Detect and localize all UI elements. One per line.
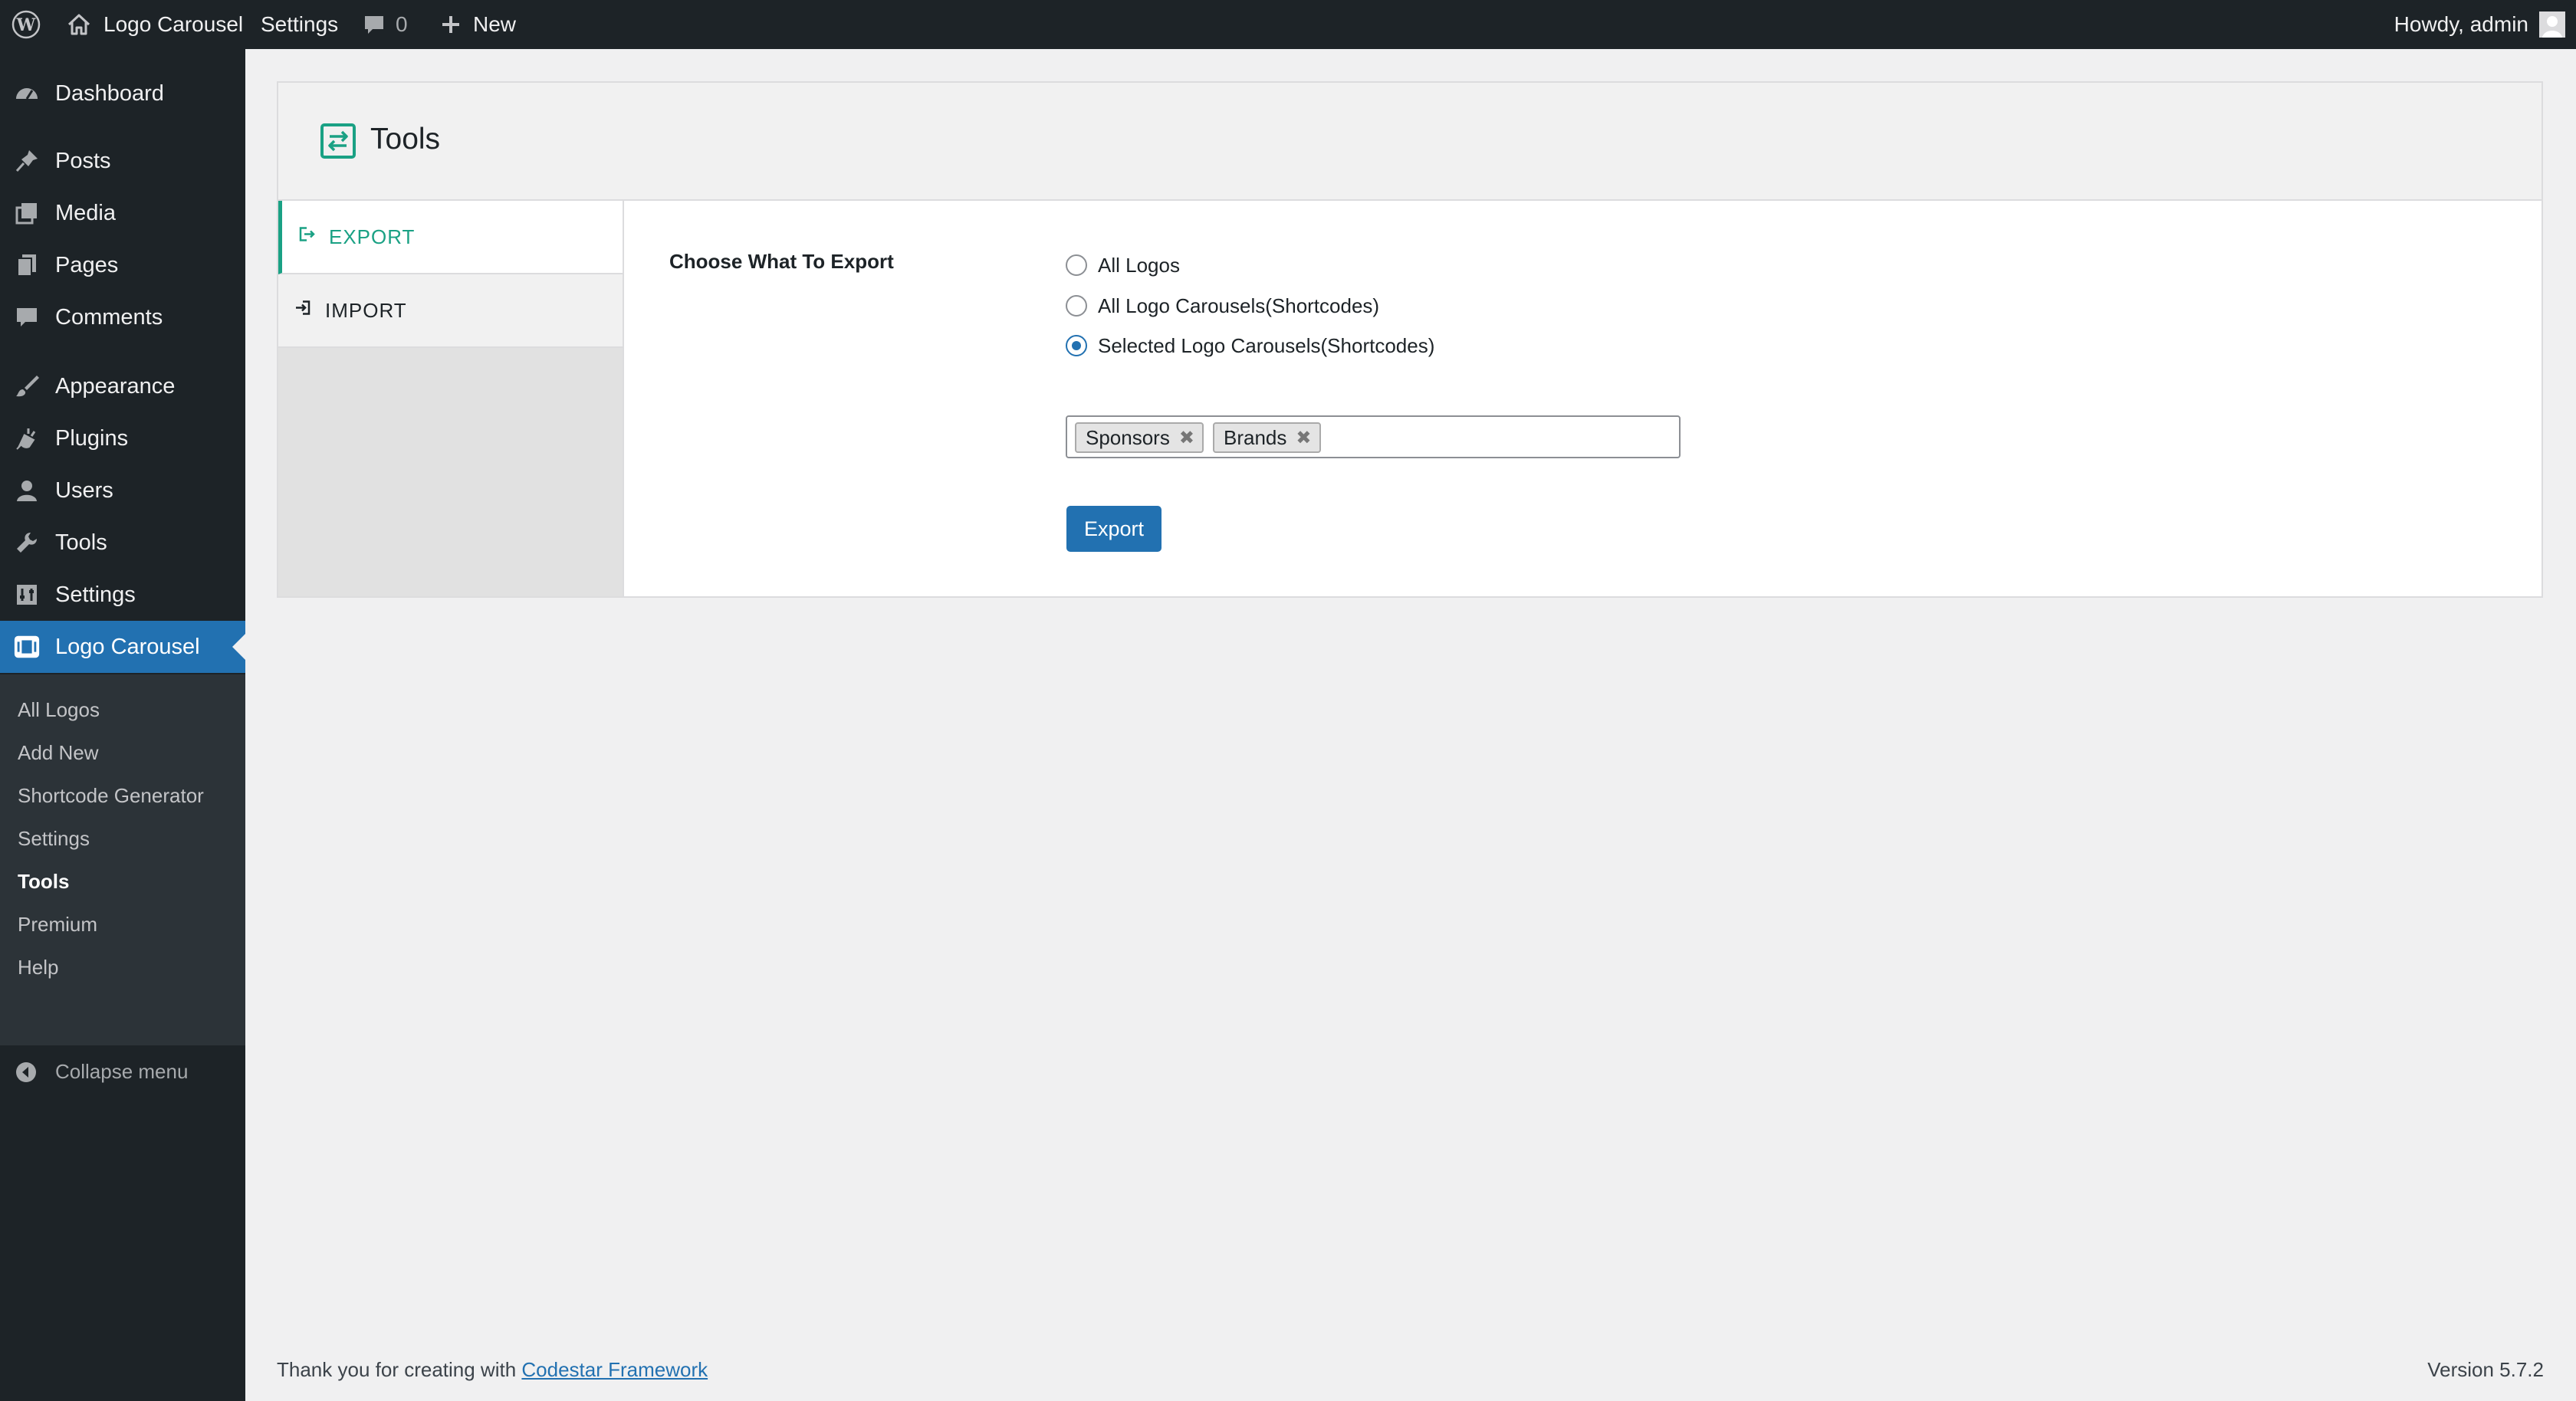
sidebar-item-label: Dashboard	[55, 80, 164, 106]
page-title: Tools	[370, 123, 441, 156]
footer-version: Version 5.7.2	[2427, 1358, 2544, 1381]
submenu-shortcode-generator[interactable]: Shortcode Generator	[18, 774, 204, 817]
sidebar-item-pages[interactable]: Pages	[0, 239, 245, 291]
panel-header: Tools	[278, 83, 2542, 201]
export-icon	[297, 225, 316, 249]
sidebar-item-label: Pages	[55, 252, 119, 277]
sidebar-item-users[interactable]: Users	[0, 464, 245, 517]
submenu-add-new[interactable]: Add New	[18, 731, 99, 774]
sidebar-item-label: Settings	[55, 582, 136, 607]
radio-all-logos[interactable]: All Logos	[1066, 250, 1180, 281]
comments-count: 0	[396, 12, 408, 36]
new-label: New	[473, 12, 517, 36]
submenu-help[interactable]: Help	[18, 946, 58, 989]
site-name-link[interactable]: Logo Carousel	[104, 0, 243, 49]
submenu-tools[interactable]: Tools	[18, 860, 69, 903]
token-label: Brands	[1224, 425, 1287, 449]
carousel-multiselect[interactable]: Sponsors ✖ Brands ✖	[1066, 415, 1681, 458]
sidebar-item-tools[interactable]: Tools	[0, 517, 245, 569]
dashboard-icon	[13, 80, 41, 107]
greeting: Howdy, admin	[2394, 12, 2528, 36]
comments-link[interactable]: 0	[362, 0, 408, 49]
sidebar-item-plugins[interactable]: Plugins	[0, 412, 245, 464]
wordpress-logo-icon[interactable]: W	[11, 0, 41, 49]
sidebar-item-label: Posts	[55, 148, 111, 173]
radio-selected-logo-carousels[interactable]: Selected Logo Carousels(Shortcodes)	[1066, 330, 1434, 361]
sidebar-item-appearance[interactable]: Appearance	[0, 360, 245, 412]
plus-icon	[442, 16, 459, 33]
sidebar-item-logo-carousel[interactable]: Logo Carousel	[0, 621, 245, 673]
media-icon	[13, 199, 41, 227]
collapse-icon	[15, 1061, 38, 1089]
field-title: Choose What To Export	[669, 250, 894, 273]
wrench-icon	[13, 529, 41, 556]
collapse-label: Collapse menu	[55, 1059, 189, 1083]
brush-icon	[13, 372, 41, 400]
settings-link[interactable]: Settings	[261, 0, 338, 49]
radio-label: All Logo Carousels(Shortcodes)	[1098, 294, 1380, 317]
user-icon	[13, 477, 41, 504]
token-label: Sponsors	[1086, 425, 1170, 449]
radio-button[interactable]	[1066, 254, 1087, 276]
plugin-icon	[13, 425, 41, 452]
admin-bar: W Logo Carousel Settings 0 New Howdy, ad…	[0, 0, 2576, 49]
selected-token: Brands ✖	[1213, 422, 1321, 453]
logo-carousel-submenu: All Logos Add New Shortcode Generator Se…	[0, 674, 245, 1045]
carousel-icon	[13, 633, 41, 661]
sidebar-item-dashboard[interactable]: Dashboard	[0, 67, 245, 120]
submenu-settings[interactable]: Settings	[18, 817, 90, 860]
selected-token: Sponsors ✖	[1075, 422, 1204, 453]
pages-icon	[13, 251, 41, 279]
sidebar-item-label: Comments	[55, 304, 163, 330]
remove-token-icon[interactable]: ✖	[1296, 427, 1311, 449]
pin-icon	[13, 147, 41, 175]
import-icon	[294, 299, 312, 323]
remove-token-icon[interactable]: ✖	[1179, 427, 1194, 449]
tools-exchange-icon	[320, 123, 356, 163]
sidebar-item-label: Media	[55, 200, 116, 225]
settings-icon	[13, 581, 41, 609]
tab-label: IMPORT	[325, 298, 407, 322]
settings-label: Settings	[261, 12, 339, 36]
footer-thanks: Thank you for creating with	[277, 1358, 517, 1381]
sidebar-item-label: Tools	[55, 530, 107, 555]
tools-panel: Tools EXPORT IMPORT Choose What To Expor…	[277, 81, 2543, 598]
sidebar-item-posts[interactable]: Posts	[0, 135, 245, 187]
tab-import[interactable]: IMPORT	[278, 274, 623, 348]
new-content-link[interactable]: New	[439, 0, 516, 49]
sidebar-item-comments[interactable]: Comments	[0, 291, 245, 343]
svg-text:W: W	[16, 15, 36, 35]
export-button[interactable]: Export	[1066, 506, 1162, 552]
current-menu-arrow	[232, 634, 245, 660]
tools-tabs: EXPORT IMPORT	[278, 201, 624, 596]
collapse-menu-button[interactable]: Collapse menu	[0, 1050, 245, 1093]
sidebar-item-media[interactable]: Media	[0, 187, 245, 239]
comment-icon	[13, 303, 41, 331]
sidebar-item-label: Appearance	[55, 373, 176, 399]
tab-export[interactable]: EXPORT	[278, 201, 623, 274]
submenu-all-logos[interactable]: All Logos	[18, 688, 100, 731]
comment-bubble-icon	[365, 16, 383, 34]
radio-label: All Logos	[1098, 253, 1180, 277]
codestar-link[interactable]: Codestar Framework	[521, 1358, 708, 1381]
sidebar-item-settings[interactable]: Settings	[0, 569, 245, 621]
tab-label: EXPORT	[329, 225, 416, 248]
radio-label: Selected Logo Carousels(Shortcodes)	[1098, 333, 1435, 357]
my-account[interactable]: Howdy, admin	[2394, 0, 2565, 49]
radio-button-checked[interactable]	[1066, 335, 1087, 356]
radio-button[interactable]	[1066, 295, 1087, 317]
sidebar-item-label: Plugins	[55, 425, 129, 451]
site-name: Logo Carousel	[104, 12, 244, 36]
sidebar-item-label: Logo Carousel	[55, 634, 200, 659]
footer-credit: Thank you for creating with Codestar Fra…	[277, 1358, 708, 1382]
home-icon[interactable]	[66, 0, 92, 49]
admin-sidebar: Dashboard Posts Media Pages Comments App…	[0, 49, 245, 1401]
submenu-premium[interactable]: Premium	[18, 903, 97, 946]
sidebar-item-label: Users	[55, 477, 113, 503]
avatar	[2539, 11, 2565, 38]
radio-all-logo-carousels[interactable]: All Logo Carousels(Shortcodes)	[1066, 290, 1379, 321]
